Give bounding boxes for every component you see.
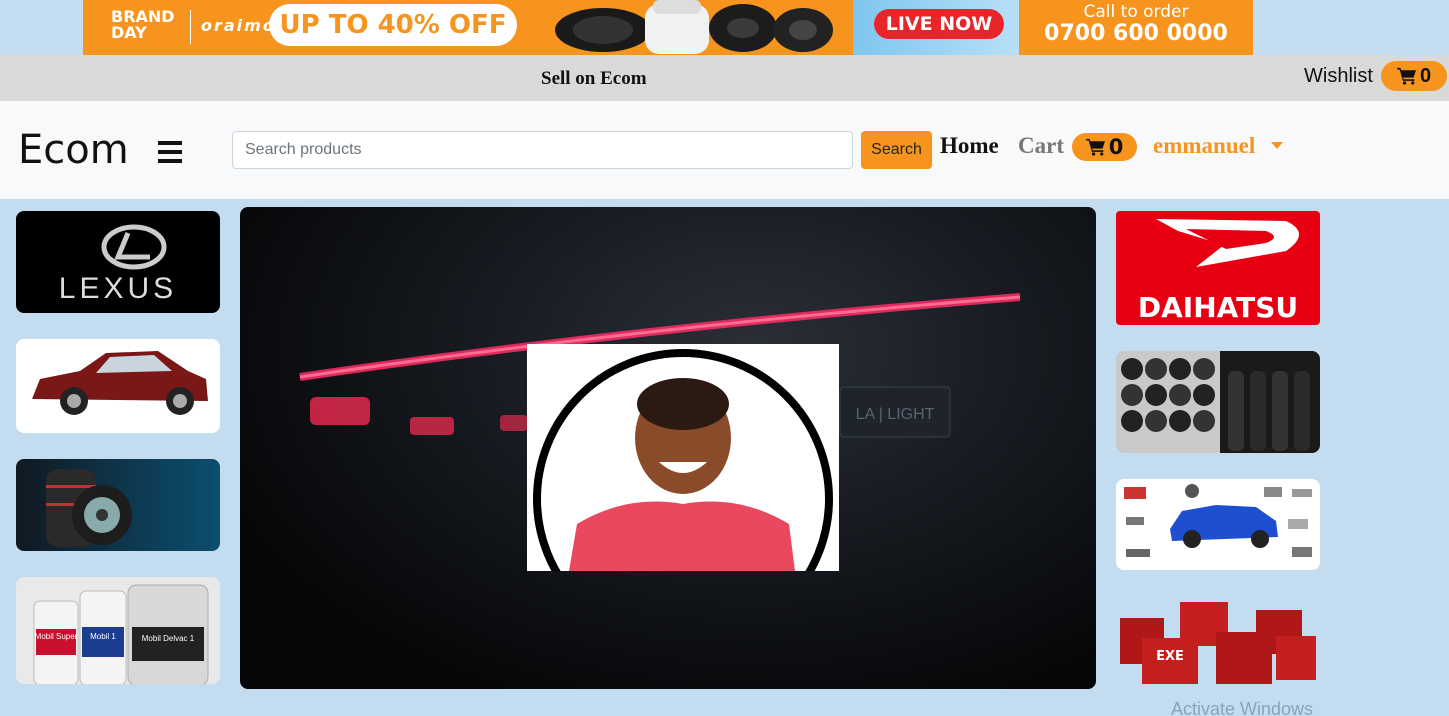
search-button[interactable]: Search bbox=[861, 131, 932, 169]
cart-icon bbox=[1085, 138, 1105, 156]
daihatsu-wordmark: DAIHATSU bbox=[1138, 291, 1298, 324]
earbuds-product-image bbox=[553, 0, 853, 55]
nav-cart-link[interactable]: Cart bbox=[1018, 133, 1064, 159]
daihatsu-tile[interactable]: DAIHATSU bbox=[1116, 211, 1320, 325]
partner-logo: oraimo bbox=[201, 16, 276, 35]
batteries-tile[interactable]: EXE bbox=[1116, 596, 1320, 696]
daihatsu-logo-icon: DAIHATSU bbox=[1138, 219, 1299, 324]
profile-photo bbox=[527, 344, 839, 571]
call-to-order: Call to order 0700 600 0000 bbox=[1019, 0, 1253, 55]
battery-brand: EXE bbox=[1156, 649, 1184, 664]
exe-batteries-image: EXE bbox=[1120, 602, 1316, 684]
cart-badge[interactable]: 0 bbox=[1072, 133, 1137, 161]
top-bar: Sell on Ecom Wishlist 0 bbox=[0, 55, 1449, 101]
avatar-image bbox=[533, 349, 833, 571]
body-parts-tile[interactable] bbox=[1116, 479, 1320, 570]
brand-day-label: BRAND DAY bbox=[111, 7, 175, 42]
cart-icon bbox=[1397, 67, 1416, 85]
nav-home-link[interactable]: Home bbox=[940, 133, 999, 159]
rims-and-tyres-image bbox=[1121, 351, 1320, 453]
tyre-image bbox=[46, 469, 132, 547]
tyres-tile[interactable] bbox=[16, 459, 220, 551]
toyota-car-tile[interactable] bbox=[16, 339, 220, 433]
live-now-badge: LIVE NOW bbox=[874, 9, 1004, 39]
car-parts-image bbox=[1124, 484, 1312, 557]
hamburger-menu-icon[interactable] bbox=[158, 141, 182, 163]
banner-divider bbox=[190, 10, 191, 44]
lexus-tile[interactable]: LEXUS bbox=[16, 211, 220, 313]
wheels-tile[interactable] bbox=[1116, 351, 1320, 453]
oil-label-3: Mobil Delvac 1 bbox=[142, 634, 195, 643]
plate-text: LA | LIGHT bbox=[856, 406, 935, 423]
promo-banner[interactable]: BRAND DAY oraimo UP TO 40% OFF LIVE NOW … bbox=[83, 0, 1253, 55]
chevron-down-icon[interactable] bbox=[1271, 142, 1283, 149]
engine-oil-tile[interactable]: Mobil Super Mobil 1 Mobil Delvac 1 bbox=[16, 577, 220, 684]
activate-windows-watermark: Activate Windows bbox=[1171, 699, 1314, 716]
wishlist-count: 0 bbox=[1419, 64, 1432, 87]
cart-count: 0 bbox=[1108, 135, 1124, 159]
search-input[interactable] bbox=[232, 131, 853, 169]
mobil-oil-image: Mobil Super Mobil 1 Mobil Delvac 1 bbox=[33, 584, 209, 684]
oil-label-1: Mobil Super bbox=[35, 632, 78, 641]
offer-badge: UP TO 40% OFF bbox=[269, 4, 517, 46]
user-menu[interactable]: emmanuel bbox=[1153, 133, 1255, 159]
main-navbar: Ecom Search Home Cart 0 emmanuel bbox=[0, 101, 1449, 199]
lexus-logo-icon: LEXUS bbox=[59, 224, 177, 305]
wishlist-link[interactable]: Wishlist bbox=[1304, 65, 1373, 88]
site-logo[interactable]: Ecom bbox=[18, 127, 129, 173]
wishlist-badge[interactable]: 0 bbox=[1381, 61, 1447, 91]
lexus-wordmark: LEXUS bbox=[59, 272, 177, 305]
call-label: Call to order bbox=[1083, 2, 1189, 22]
call-number: 0700 600 0000 bbox=[1044, 21, 1228, 46]
sell-on-ecom-link[interactable]: Sell on Ecom bbox=[541, 68, 647, 90]
oil-label-2: Mobil 1 bbox=[90, 632, 116, 641]
red-sedan-image bbox=[32, 351, 208, 415]
